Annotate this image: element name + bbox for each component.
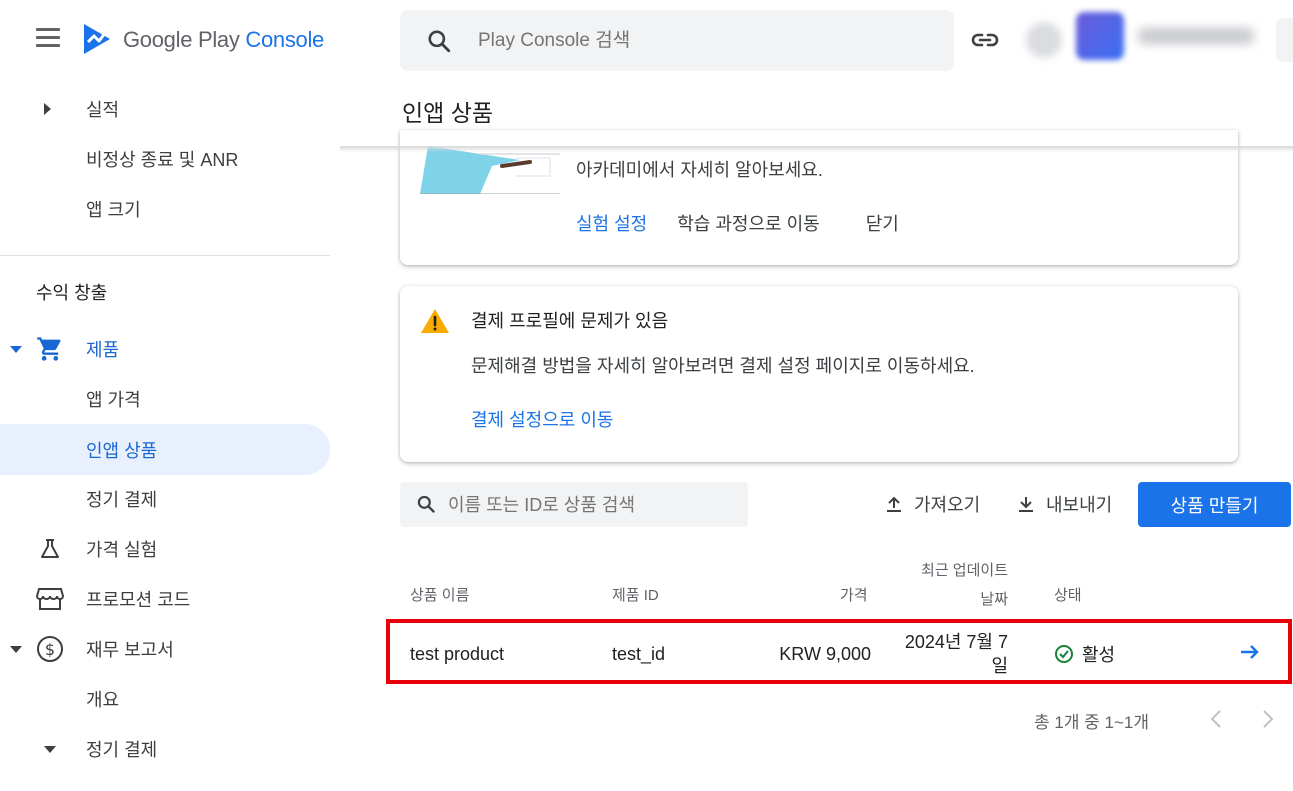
cell-product-id: test_id [612, 644, 666, 664]
sidebar-item-app-pricing[interactable]: 앱 가격 [0, 374, 330, 424]
setup-experiment-button[interactable]: 실험 설정 [576, 210, 647, 236]
warning-icon [421, 309, 449, 333]
sidebar-item-products[interactable]: 제품 [0, 324, 330, 374]
notifications-icon[interactable] [1276, 18, 1293, 62]
pagination-summary: 총 1개 중 1~1개 [1034, 713, 1150, 732]
store-icon [36, 588, 64, 610]
sidebar-item-financial-reports[interactable]: $ 재무 보고서 [0, 624, 330, 674]
sidebar-item-price-experiments[interactable]: 가격 실험 [0, 524, 330, 574]
column-header-updated[interactable]: 최근 업데이트 날짜 [870, 559, 1008, 609]
help-icon[interactable] [1026, 22, 1062, 58]
app-logo-text: Google Play Console [123, 27, 324, 52]
sidebar-item-in-app-products[interactable]: 인앱 상품 [0, 424, 330, 475]
chevron-right-icon[interactable] [1255, 706, 1279, 732]
sidebar-section-monetization: 수익 창출 [36, 283, 108, 303]
arrow-right-icon[interactable] [1238, 640, 1262, 664]
play-console-logo-icon [84, 24, 110, 54]
shopping-cart-icon [37, 337, 61, 361]
header-divider [340, 146, 1293, 152]
sidebar-item-performance[interactable]: 실적 [0, 84, 330, 134]
caret-right-icon [44, 103, 51, 115]
academy-illustration-icon [420, 146, 560, 194]
search-icon [428, 30, 451, 53]
column-header-name[interactable]: 상품 이름 [410, 584, 469, 605]
upload-icon [887, 496, 901, 512]
go-to-course-button[interactable]: 학습 과정으로 이동 [677, 210, 819, 236]
sidebar-item-crashes-anr[interactable]: 비정상 종료 및 ANR [0, 134, 330, 184]
sidebar-item-promo-codes[interactable]: 프로모션 코드 [0, 574, 330, 624]
download-icon [1019, 497, 1033, 512]
create-product-button[interactable]: 상품 만들기 [1138, 482, 1291, 527]
alert-description: 문제해결 방법을 자세히 알아보려면 결제 설정 페이지로 이동하세요. [471, 356, 975, 376]
flask-icon [41, 539, 59, 558]
go-to-payment-settings-link[interactable]: 결제 설정으로 이동 [471, 406, 613, 432]
caret-down-icon [44, 745, 56, 753]
check-circle-icon [1055, 645, 1073, 663]
cell-updated-date: 2024년 7월 7 일 [904, 632, 1008, 676]
search-icon [417, 495, 435, 513]
search-input[interactable] [478, 24, 918, 58]
cell-product-name: test product [410, 644, 505, 664]
column-header-price[interactable]: 가격 [840, 584, 868, 605]
global-search[interactable] [400, 10, 954, 71]
avatar[interactable] [1076, 12, 1124, 60]
column-header-status[interactable]: 상태 [1054, 584, 1082, 605]
sidebar-item-subscriptions-report[interactable]: 정기 결제 [0, 724, 330, 774]
brand-header: Google Play Console [0, 0, 340, 82]
promo-text: 아카데미에서 자세히 알아보세요. [576, 160, 823, 180]
import-button[interactable]: 가져오기 [884, 488, 980, 520]
export-button[interactable]: 내보내기 [1016, 488, 1112, 520]
sidebar-item-app-size[interactable]: 앱 크기 [0, 184, 330, 234]
svg-text:$: $ [45, 640, 55, 659]
caret-down-icon [10, 645, 22, 653]
status-badge: 활성 [1054, 641, 1115, 667]
cell-price: KRW 9,000 [779, 644, 871, 664]
dollar-circle-icon: $ [37, 636, 63, 662]
caret-down-icon [10, 345, 22, 353]
close-button[interactable]: 닫기 [866, 210, 899, 236]
sidebar-item-overview[interactable]: 개요 [0, 674, 330, 724]
account-name-redacted [1138, 28, 1254, 44]
sidebar-divider [0, 255, 330, 256]
sidebar: Google Play Console 실적 비정상 종료 및 ANR 앱 크기… [0, 0, 340, 791]
column-header-id[interactable]: 제품 ID [612, 584, 659, 605]
payment-profile-alert-card: 결제 프로필에 문제가 있음 문제해결 방법을 자세히 알아보려면 결제 설정 … [400, 286, 1238, 462]
product-filter[interactable] [400, 482, 748, 527]
sidebar-item-subscriptions[interactable]: 정기 결제 [0, 474, 330, 524]
product-search-input[interactable] [448, 490, 738, 520]
page-title: 인앱 상품 [402, 100, 494, 126]
chevron-left-icon[interactable] [1205, 706, 1229, 732]
menu-icon[interactable] [36, 28, 64, 52]
promo-actions: 실험 설정 학습 과정으로 이동 닫기 [576, 210, 899, 236]
link-icon[interactable] [970, 26, 1000, 54]
alert-title: 결제 프로필에 문제가 있음 [471, 311, 669, 331]
